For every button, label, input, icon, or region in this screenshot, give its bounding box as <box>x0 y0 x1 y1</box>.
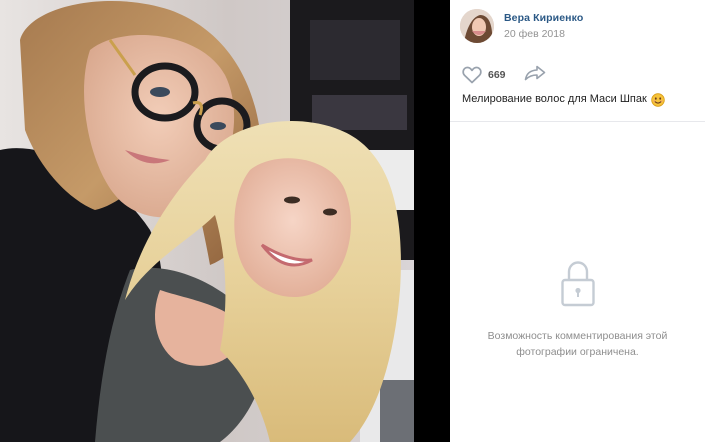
lock-icon <box>556 258 600 310</box>
divider <box>450 121 705 122</box>
comments-restricted: Возможность комментирования этой фотогра… <box>450 258 705 360</box>
photo-image <box>0 0 414 442</box>
post-caption: Мелирование волос для Маси Шпак <box>462 92 700 107</box>
photo-viewer: Вера Кириенко 20 фев 2018 669 Мелировани… <box>0 0 705 442</box>
like-button[interactable]: 669 <box>462 66 506 84</box>
avatar[interactable] <box>460 9 494 43</box>
photo-pane[interactable] <box>0 0 450 442</box>
post-author: Вера Кириенко 20 фев 2018 <box>460 6 700 46</box>
restricted-line-1: Возможность комментирования этой <box>487 330 668 342</box>
photo-letterbox <box>414 0 450 442</box>
restricted-line-2: фотографии ограничена. <box>516 346 639 358</box>
photo[interactable] <box>0 0 414 442</box>
caption-text: Мелирование волос для Маси Шпак <box>462 93 647 105</box>
smiling-face-emoji-icon <box>651 92 665 107</box>
post-actions: 669 <box>462 64 692 86</box>
likes-count: 669 <box>488 69 506 81</box>
comments-restricted-message: Возможность комментирования этой фотогра… <box>473 328 683 360</box>
share-arrow-icon <box>524 65 546 86</box>
heart-icon <box>462 66 482 84</box>
author-name-link[interactable]: Вера Кириенко <box>504 12 583 25</box>
post-date[interactable]: 20 фев 2018 <box>504 27 583 41</box>
share-button[interactable] <box>524 65 546 86</box>
post-sidebar: Вера Кириенко 20 фев 2018 669 Мелировани… <box>450 0 705 442</box>
avatar-image <box>460 9 494 43</box>
